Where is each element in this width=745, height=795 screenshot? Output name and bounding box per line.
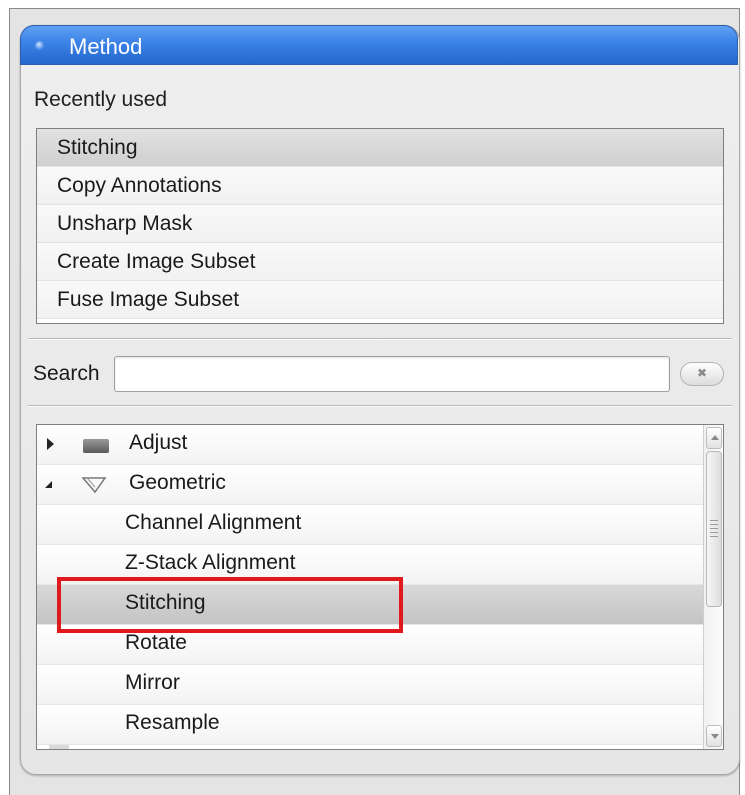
recent-item-create-image-subset[interactable]: Create Image Subset (37, 243, 723, 281)
geometric-icon (81, 475, 109, 500)
recently-used-list: Stitching Copy Annotations Unsharp Mask … (36, 128, 724, 324)
tree-item-label: Mirror (125, 671, 180, 694)
method-panel-header[interactable]: Method (20, 25, 738, 65)
tree-category-adjust[interactable]: Adjust (37, 425, 705, 465)
folder-icon (83, 439, 109, 453)
tree-item-label: Z-Stack Alignment (125, 551, 296, 574)
tree-item-label: Rotate (125, 631, 187, 654)
tree-item-resample[interactable]: Resample (37, 705, 705, 745)
recent-item-fuse-image-subset[interactable]: Fuse Image Subset (37, 281, 723, 319)
tree-item-rotate[interactable]: Rotate (37, 625, 705, 665)
arrow-up-icon (711, 435, 719, 440)
divider (28, 405, 732, 407)
expand-arrow-icon[interactable] (47, 438, 54, 450)
tree-scrollbar[interactable] (703, 425, 723, 749)
recently-used-label: Recently used (34, 88, 168, 111)
recent-item-stitching[interactable]: Stitching (37, 129, 723, 167)
tree-category-label: Geometric (129, 471, 226, 494)
scroll-up-button[interactable] (706, 427, 722, 449)
panel-title: Method (69, 34, 143, 59)
tree-item-label: Stitching (125, 591, 206, 614)
tree-category-label: Adjust (129, 431, 188, 454)
search-input[interactable] (114, 356, 670, 392)
divider (28, 338, 732, 340)
tree-category-geometric[interactable]: Geometric (37, 465, 705, 505)
collapse-arrow-icon[interactable] (45, 481, 52, 488)
tree-item-mirror[interactable]: Mirror (37, 665, 705, 705)
tree-item-label: Resample (125, 711, 220, 734)
scroll-down-button[interactable] (706, 725, 722, 747)
tree-item-label: Channel Alignment (125, 511, 302, 534)
tree-item-channel-alignment[interactable]: Channel Alignment (37, 505, 705, 545)
search-clear-button[interactable]: ✖ (680, 362, 724, 386)
method-tree: Adjust Geometric Channel Alignment Z-Sta… (36, 424, 724, 750)
recent-item-copy-annotations[interactable]: Copy Annotations (37, 167, 723, 205)
clear-icon: ✖ (697, 366, 708, 380)
recent-item-unsharp-mask[interactable]: Unsharp Mask (37, 205, 723, 243)
tree-item-stitching[interactable]: Stitching (37, 585, 705, 625)
arrow-down-icon (711, 734, 719, 739)
grip-icon (710, 520, 718, 538)
collapse-icon[interactable] (35, 41, 45, 51)
tree-item-z-stack-alignment[interactable]: Z-Stack Alignment (37, 545, 705, 585)
scrollbar-thumb[interactable] (706, 451, 722, 607)
search-label: Search (33, 362, 100, 385)
